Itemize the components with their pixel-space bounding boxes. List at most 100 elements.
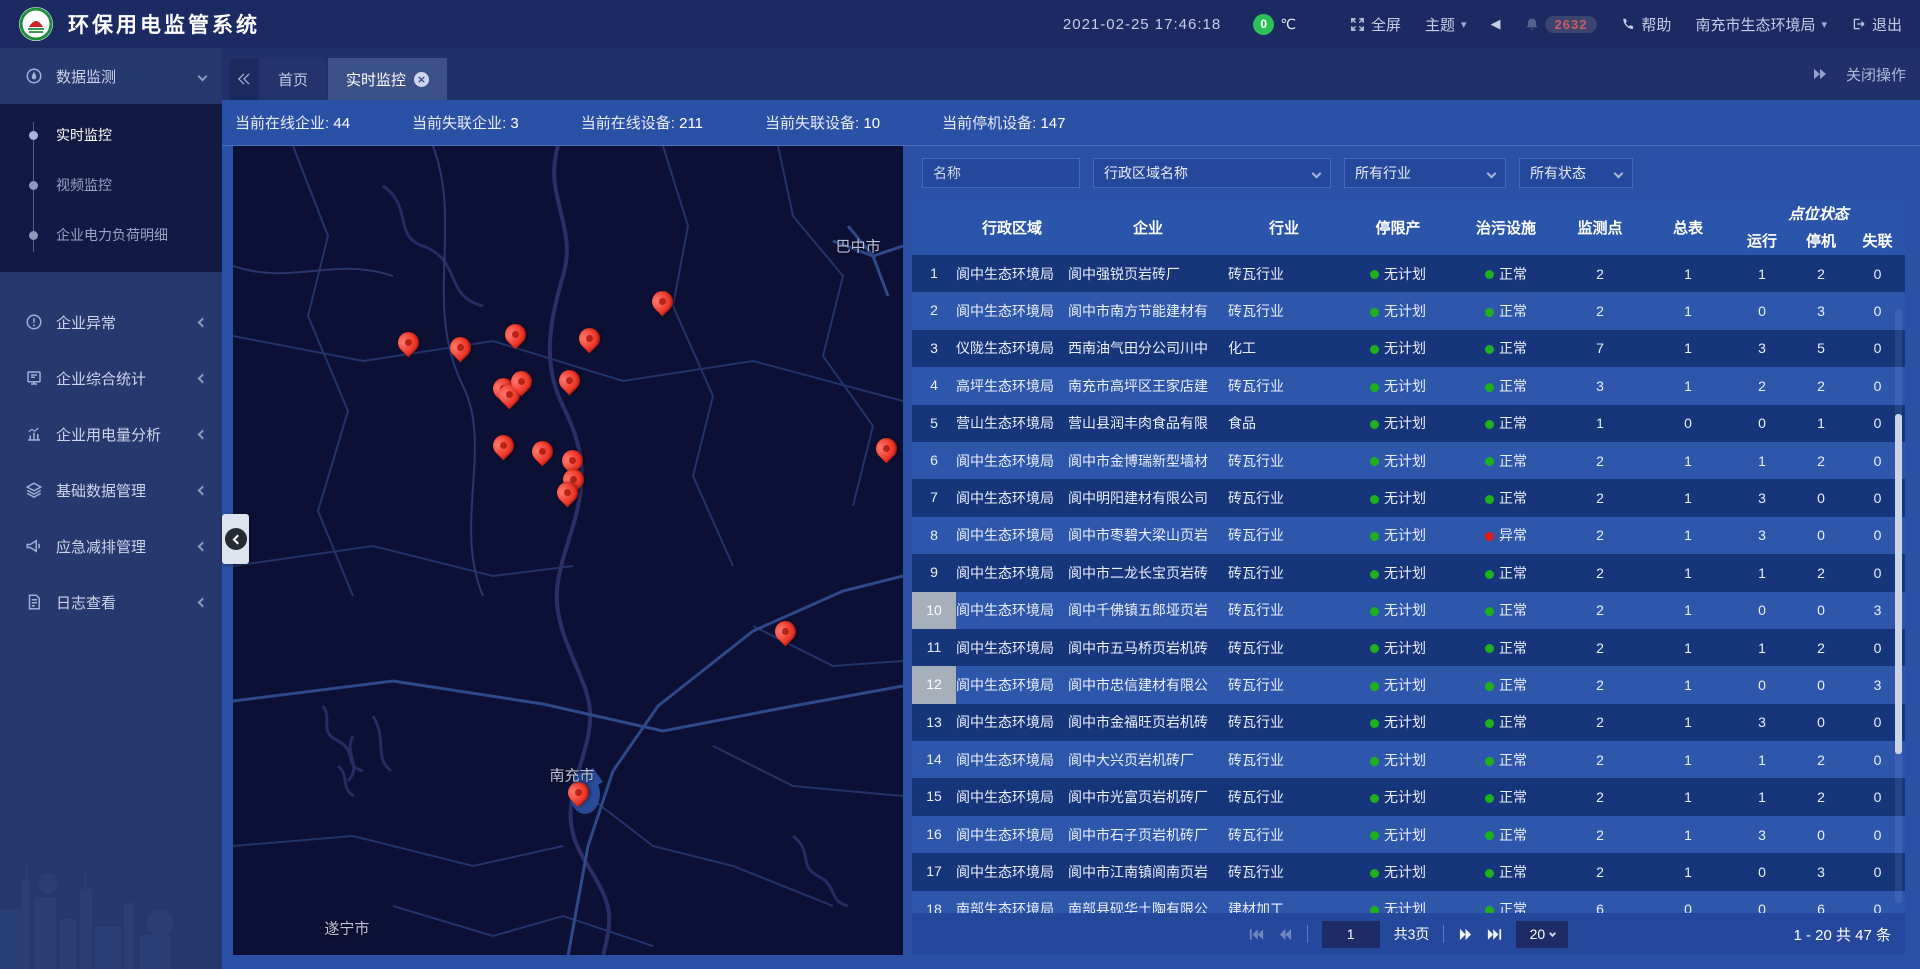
current-page-input[interactable]: 1 [1322,921,1380,948]
table-row[interactable]: 2 阆中生态环境局 阆中市南方节能建材有 砖瓦行业 无计划 正常 2 1 0 3… [912,292,1905,329]
table-row[interactable]: 18 南部生态环境局 南部县砚华土陶有限公 建材加工 无计划 正常 6 0 0 … [912,891,1905,913]
row-monitor-points: 2 [1556,266,1644,282]
row-industry: 砖瓦行业 [1228,825,1340,845]
chevron-left-icon [198,429,208,439]
double-arrow-right-icon[interactable] [1812,68,1828,80]
status-dot-icon [1485,644,1494,653]
sidebar-item-realtime-monitoring[interactable]: 实时监控 [0,110,222,160]
table-row[interactable]: 13 阆中生态环境局 阆中市金福旺页岩机砖 砖瓦行业 无计划 正常 2 1 3 … [912,704,1905,741]
tab-home[interactable]: 首页 [260,58,326,100]
table-row[interactable]: 7 阆中生态环境局 阆中明阳建材有限公司 砖瓦行业 无计划 正常 2 1 3 0… [912,479,1905,516]
collapse-map-button[interactable] [222,514,249,564]
close-tab-icon[interactable]: × [414,72,429,87]
fullscreen-button[interactable]: 全屏 [1350,14,1401,35]
row-lost-count: 0 [1850,266,1905,282]
table-row[interactable]: 15 阆中生态环境局 阆中市光富页岩机砖厂 砖瓦行业 无计划 正常 2 1 1 … [912,778,1905,815]
row-industry: 砖瓦行业 [1228,600,1340,620]
page-size-select[interactable]: 20 [1516,921,1568,948]
row-stopped-count: 2 [1792,789,1850,805]
row-region: 阆中生态环境局 [956,825,1068,845]
table-scrollbar-thumb[interactable] [1895,414,1902,754]
table-row[interactable]: 9 阆中生态环境局 阆中市二龙长宝页岩砖 砖瓦行业 无计划 正常 2 1 1 2… [912,554,1905,591]
map-pin-icon[interactable] [528,437,558,467]
table-row[interactable]: 6 阆中生态环境局 阆中市金博瑞新型墙材 砖瓦行业 无计划 正常 2 1 1 2… [912,442,1905,479]
org-dropdown[interactable]: 南充市生态环境局 ▾ [1695,14,1827,35]
map-pin-icon[interactable] [446,333,476,363]
chevron-left-icon [198,541,208,551]
row-total-meters: 0 [1644,415,1732,431]
sidebar-item-enterprise-statistics[interactable]: 企业综合统计 [0,350,222,406]
help-button[interactable]: 帮助 [1621,14,1671,35]
mute-button[interactable]: ◀ [1491,17,1501,32]
prev-page-button[interactable] [1278,928,1293,941]
row-region: 高坪生态环境局 [956,376,1068,396]
logout-button[interactable]: 退出 [1851,14,1902,35]
map-pin-icon[interactable] [647,286,677,316]
row-industry: 砖瓦行业 [1228,264,1340,284]
map-pin-icon[interactable] [554,365,584,395]
table-row[interactable]: 16 阆中生态环境局 阆中市石子页岩机砖厂 砖瓦行业 无计划 正常 2 1 3 … [912,816,1905,853]
map-panel: 巴中市南充市遂宁市 [233,146,903,955]
sidebar-item-data-monitoring[interactable]: 数据监测 [0,48,222,104]
name-search-input[interactable] [922,158,1080,188]
row-stopped-count: 2 [1792,752,1850,768]
theme-dropdown[interactable]: 主题 ▾ [1425,14,1467,35]
table-row[interactable]: 12 阆中生态环境局 阆中市忠信建材有限公 砖瓦行业 无计划 正常 2 1 0 … [912,666,1905,703]
sidebar-item-emergency-reduction[interactable]: 应急减排管理 [0,518,222,574]
map-pin-icon[interactable] [501,319,531,349]
status-select[interactable]: 所有状态 [1519,158,1633,188]
map-pin-icon[interactable] [394,327,424,357]
sidebar-item-electricity-analysis[interactable]: 企业用电量分析 [0,406,222,462]
logout-icon [1851,17,1866,31]
close-operations-dropdown[interactable]: 关闭操作 [1846,64,1906,85]
notifications-button[interactable]: 2632 [1525,16,1598,33]
status-dot-icon [1485,607,1494,616]
scroll-tabs-left-button[interactable] [230,58,258,100]
first-page-button[interactable] [1249,928,1264,941]
sidebar-item-video-monitoring[interactable]: 视频监控 [0,160,222,210]
sidebar-item-enterprise-anomaly[interactable]: 企业异常 [0,294,222,350]
map[interactable]: 巴中市南充市遂宁市 [233,146,903,955]
map-city-label: 南充市 [550,765,595,786]
table-row[interactable]: 10 阆中生态环境局 阆中千佛镇五郎垭页岩 砖瓦行业 无计划 正常 2 1 0 … [912,592,1905,629]
table-row[interactable]: 11 阆中生态环境局 阆中市五马桥页岩机砖 砖瓦行业 无计划 正常 2 1 1 … [912,629,1905,666]
table-row[interactable]: 8 阆中生态环境局 阆中市枣碧大梁山页岩 砖瓦行业 无计划 异常 2 1 3 0… [912,517,1905,554]
row-enterprise: 阆中市光富页岩机砖厂 [1068,787,1228,807]
row-monitor-points: 2 [1556,752,1644,768]
sidebar-item-log-view[interactable]: 日志查看 [0,574,222,630]
bell-icon [1525,17,1539,32]
temperature: 0 ℃ [1253,14,1296,35]
last-page-button[interactable] [1487,928,1502,941]
map-pin-icon[interactable] [489,431,519,461]
sidebar-item-power-load-detail[interactable]: 企业电力负荷明细 [0,210,222,260]
map-pin-icon[interactable] [574,323,604,353]
status-dot-icon [1370,644,1379,653]
industry-select[interactable]: 所有行业 [1344,158,1506,188]
row-industry: 砖瓦行业 [1228,525,1340,545]
next-page-button[interactable] [1458,928,1473,941]
col-header-lost: 失联 [1850,230,1905,251]
sidebar-item-basic-data[interactable]: 基础数据管理 [0,462,222,518]
row-industry: 砖瓦行业 [1228,675,1340,695]
row-monitor-points: 1 [1556,415,1644,431]
table-row[interactable]: 3 仪陇生态环境局 西南油气田分公司川中 化工 无计划 正常 7 1 3 5 0 [912,330,1905,367]
col-header-enterprise: 企业 [1068,217,1228,238]
row-total-meters: 1 [1644,602,1732,618]
row-facility-status: 正常 [1456,787,1556,807]
table-row[interactable]: 5 营山生态环境局 营山县润丰肉食品有限 食品 无计划 正常 1 0 0 1 0 [912,405,1905,442]
row-facility-status: 正常 [1456,376,1556,396]
region-select[interactable]: 行政区域名称 [1093,158,1331,188]
row-monitor-points: 2 [1556,565,1644,581]
row-enterprise: 阆中大兴页岩机砖厂 [1068,750,1228,770]
app-logo-icon [18,6,54,42]
status-dot-icon [1485,308,1494,317]
stats-bar: 当前在线企业44 当前失联企业3 当前在线设备211 当前失联设备10 当前停机… [222,100,1920,146]
table-row[interactable]: 1 阆中生态环境局 阆中强锐页岩砖厂 砖瓦行业 无计划 正常 2 1 1 2 0 [912,255,1905,292]
table-row[interactable]: 17 阆中生态环境局 阆中市江南镇阆南页岩 砖瓦行业 无计划 正常 2 1 0 … [912,853,1905,890]
row-enterprise: 阆中千佛镇五郎垭页岩 [1068,600,1228,620]
map-pin-icon[interactable] [872,433,902,463]
table-row[interactable]: 4 高坪生态环境局 南充市高坪区王家店建 砖瓦行业 无计划 正常 3 1 2 2… [912,367,1905,404]
map-pin-icon[interactable] [771,617,801,647]
table-row[interactable]: 14 阆中生态环境局 阆中大兴页岩机砖厂 砖瓦行业 无计划 正常 2 1 1 2… [912,741,1905,778]
tab-realtime-monitoring[interactable]: 实时监控 × [328,58,447,100]
